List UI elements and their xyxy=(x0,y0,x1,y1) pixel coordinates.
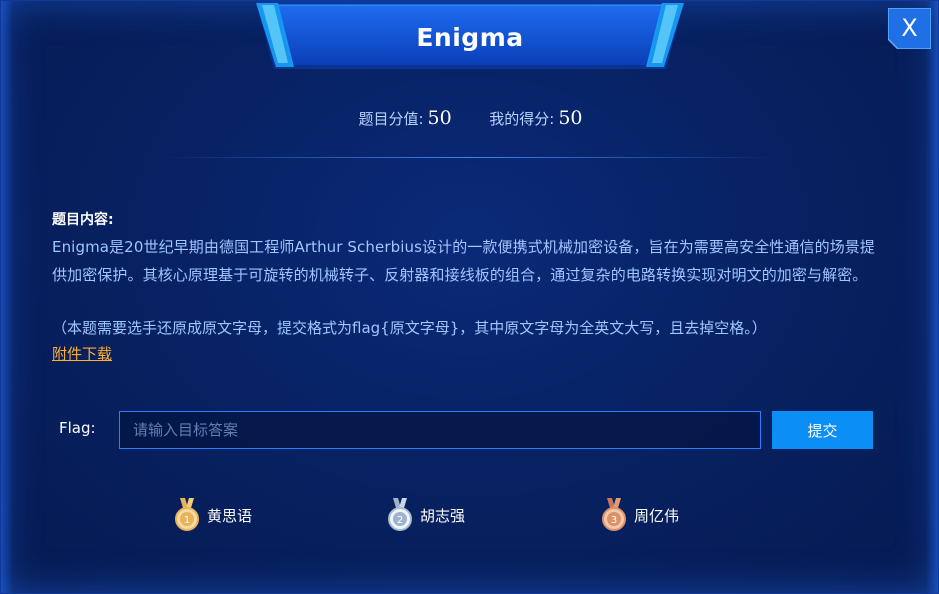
my-score-value: 50 xyxy=(558,107,583,129)
content-label: 题目内容: xyxy=(52,212,114,228)
title-tab: Enigma xyxy=(256,1,684,71)
submit-button[interactable]: 提交 xyxy=(772,411,873,449)
divider xyxy=(161,157,781,158)
winner-2: 2 胡志强 xyxy=(386,498,465,532)
svg-text:2: 2 xyxy=(397,515,403,526)
score-row: 题目分值: 50 我的得分: 50 xyxy=(1,107,938,129)
winner-1: 1 黄思语 xyxy=(173,498,252,532)
score-value: 50 xyxy=(427,107,452,129)
score-value-label: 题目分值: xyxy=(358,110,424,128)
my-score-label: 我的得分: xyxy=(489,110,555,128)
flag-input[interactable] xyxy=(119,411,761,449)
bronze-medal-icon: 3 xyxy=(600,498,628,532)
flag-label: Flag: xyxy=(59,419,96,437)
silver-medal-icon: 2 xyxy=(386,498,414,532)
close-button[interactable]: X xyxy=(888,8,931,49)
challenge-dialog: Enigma X 题目分值: 50 我的得分: 50 题目内容: Enigma是20… xyxy=(0,0,939,594)
right-edge-glow xyxy=(926,1,938,593)
winner-name: 黄思语 xyxy=(207,506,253,525)
dialog-title: Enigma xyxy=(416,23,524,52)
winner-name: 周亿伟 xyxy=(634,506,680,525)
challenge-note: （本题需要选手还原成原文字母，提交格式为flag{原文字母}，其中原文字母为全英… xyxy=(52,319,767,337)
svg-text:1: 1 xyxy=(184,515,190,526)
attachment-download-link[interactable]: 附件下载 xyxy=(52,342,112,366)
winner-3: 3 周亿伟 xyxy=(600,498,679,532)
gold-medal-icon: 1 xyxy=(173,498,201,532)
left-edge-glow xyxy=(1,1,13,593)
svg-text:3: 3 xyxy=(611,515,617,526)
winner-name: 胡志强 xyxy=(420,506,466,525)
close-label: X xyxy=(901,14,918,42)
challenge-description: Enigma是20世纪早期由德国工程师Arthur Scherbius设计的一款… xyxy=(52,238,876,284)
